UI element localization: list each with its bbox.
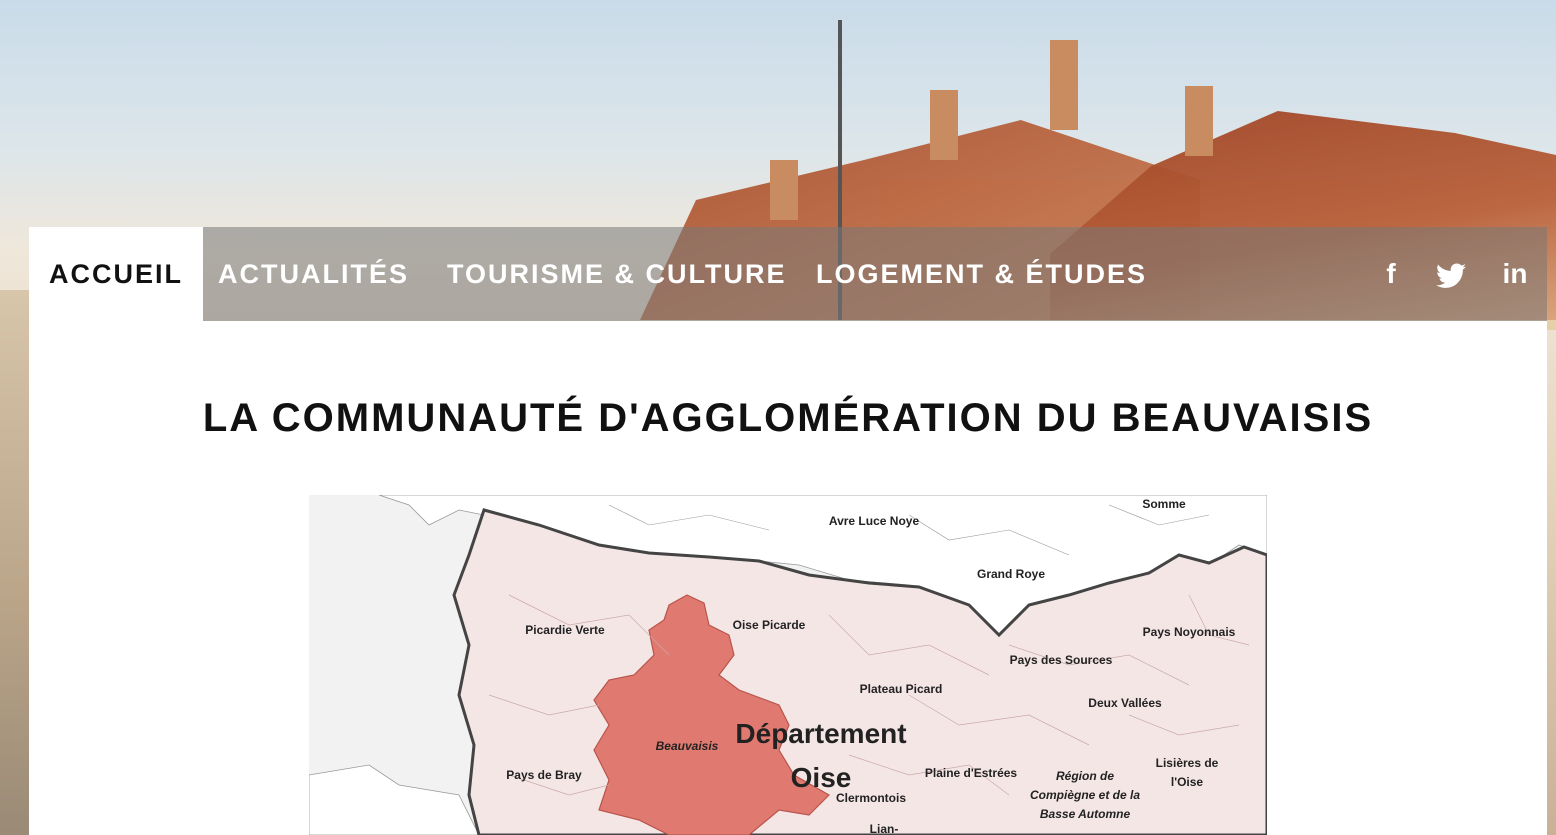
map-label-avre-luce-noye: Avre Luce Noye xyxy=(829,514,920,528)
content-panel: LA COMMUNAUTÉ D'AGGLOMÉRATION DU BEAUVAI… xyxy=(29,321,1547,835)
map-label-grand-roye: Grand Roye xyxy=(977,567,1045,581)
map-label-deux-vallees: Deux Vallées xyxy=(1088,696,1162,710)
background-building-left xyxy=(0,290,29,835)
background-chimney xyxy=(1185,86,1213,156)
background-chimney xyxy=(770,160,798,220)
map-label-lisieres-de: Lisières de xyxy=(1156,756,1219,770)
nav-item-tourisme-culture[interactable]: TOURISME & CULTURE xyxy=(447,227,787,321)
map-label-beauvaisis: Beauvaisis xyxy=(656,739,719,753)
map-label-oise: Oise xyxy=(791,762,852,793)
twitter-icon[interactable] xyxy=(1431,227,1471,321)
background-chimney xyxy=(1050,40,1078,130)
map-label-region-de: Région de xyxy=(1056,769,1114,783)
agglomeration-map: Somme Avre Luce Noye Grand Roye Picardie… xyxy=(309,495,1267,835)
nav-item-accueil[interactable]: ACCUEIL xyxy=(29,227,203,321)
map-label-oise-picarde: Oise Picarde xyxy=(733,618,806,632)
map-label-picardie-verte: Picardie Verte xyxy=(525,623,605,637)
linkedin-icon[interactable]: in xyxy=(1495,227,1535,321)
map-label-plaine-d-estrees: Plaine d'Estrées xyxy=(925,766,1018,780)
map-label-pays-de-bray: Pays de Bray xyxy=(506,768,582,782)
map-label-clermontois: Clermontois xyxy=(836,791,906,805)
main-nav: ACCUEIL ACTUALITÉS TOURISME & CULTURE LO… xyxy=(29,227,1547,321)
map-label-departement: Département xyxy=(735,718,906,749)
map-label-plateau-picard: Plateau Picard xyxy=(860,682,943,696)
page-title: LA COMMUNAUTÉ D'AGGLOMÉRATION DU BEAUVAI… xyxy=(202,396,1374,440)
facebook-icon[interactable]: f xyxy=(1371,227,1411,321)
map-label-basse-automne: Basse Automne xyxy=(1040,807,1131,821)
map-label-pays-noyonnais: Pays Noyonnais xyxy=(1143,625,1236,639)
nav-item-actualites[interactable]: ACTUALITÉS xyxy=(218,227,409,321)
map-label-lian: Lian- xyxy=(870,822,899,835)
map-label-pays-des-sources: Pays des Sources xyxy=(1010,653,1113,667)
map-label-compiegne: Compiègne et de la xyxy=(1030,788,1140,802)
map-label-l-oise: l'Oise xyxy=(1171,775,1204,789)
background-chimney xyxy=(930,90,958,160)
nav-item-logement-etudes[interactable]: LOGEMENT & ÉTUDES xyxy=(816,227,1147,321)
map-label-somme: Somme xyxy=(1142,497,1186,511)
